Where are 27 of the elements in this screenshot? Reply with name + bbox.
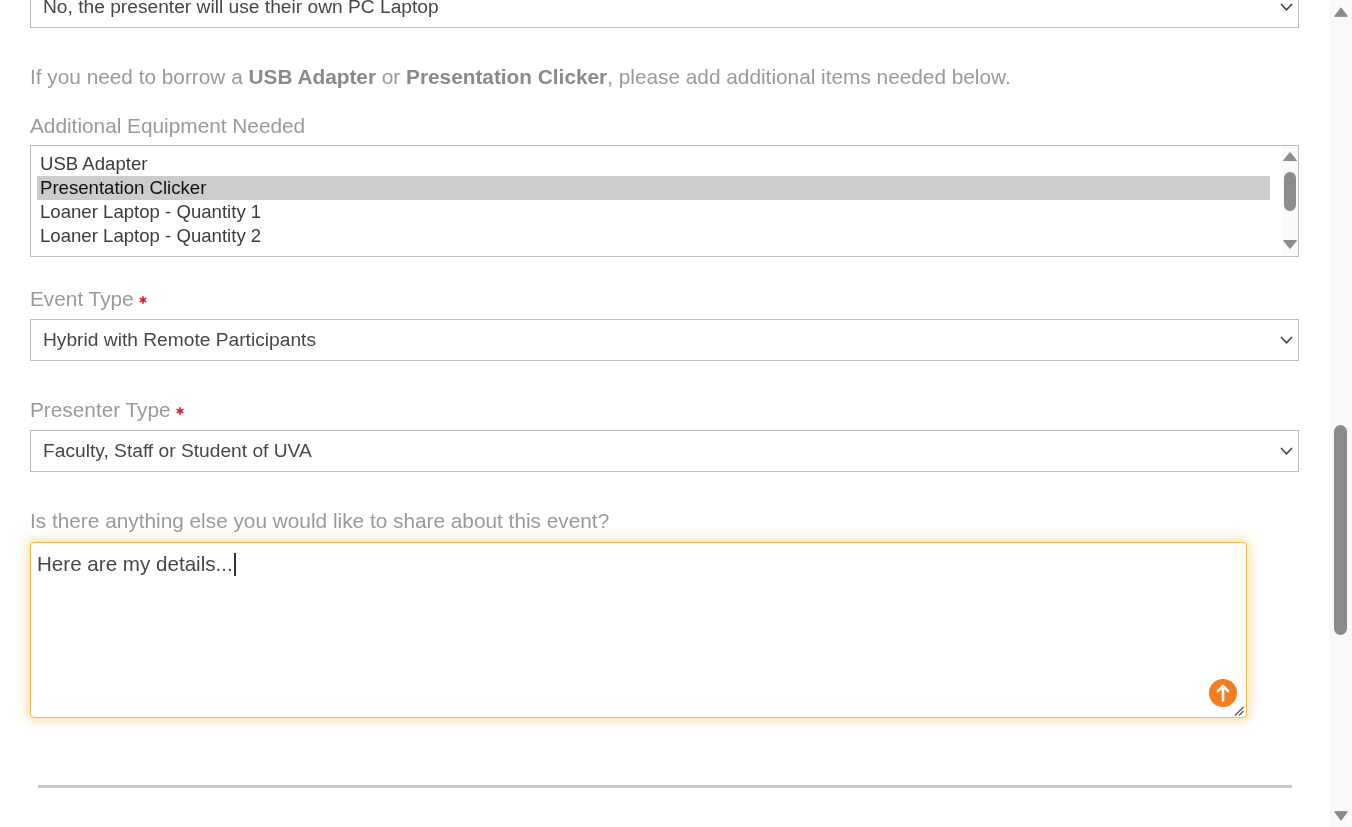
list-option[interactable]: Presentation Clicker [37, 176, 1270, 200]
multi-select-list[interactable]: USB Adapter Presentation Clicker Loaner Laptop - Quantity 1 Loaner Laptop - Quantity 2 [30, 145, 1299, 257]
field-label: Additional Equipment Needed [30, 114, 306, 138]
list-option[interactable]: Loaner Laptop - Quantity 2 [37, 224, 1270, 248]
scrollbar-track[interactable] [1282, 146, 1298, 256]
scroll-up-icon[interactable] [1333, 7, 1348, 17]
comment-textarea[interactable]: Here are my details... [30, 542, 1247, 718]
field-label: Is there anything else you would like to share about this event? [30, 509, 610, 533]
chevron-down-icon [1280, 336, 1293, 344]
up-arrow-circle-icon[interactable] [1209, 679, 1237, 707]
resize-handle-icon[interactable] [1234, 706, 1244, 716]
scrollbar-thumb[interactable] [1284, 172, 1296, 211]
scrollbar-thumb[interactable] [1334, 425, 1347, 635]
scroll-down-icon[interactable] [1283, 240, 1297, 249]
list-option[interactable]: Loaner Laptop - Quantity 1 [37, 200, 1270, 224]
scroll-down-icon[interactable] [1333, 811, 1348, 821]
chevron-down-icon [1280, 3, 1293, 11]
list-option[interactable]: USB Adapter [37, 152, 1270, 176]
instruction-text: If you need to borrow a USB Adapter or Presentation Clicker, please add additional items needed below. [30, 65, 1012, 89]
scroll-up-icon[interactable] [1283, 152, 1297, 161]
page-scrollbar[interactable] [1329, 0, 1352, 827]
field-label: Presenter Type [30, 398, 171, 422]
dropdown[interactable]: Hybrid with Remote Participants [30, 319, 1299, 361]
chevron-down-icon [1280, 447, 1293, 455]
field-label: Event Type [30, 287, 134, 311]
text-cursor-icon [233, 553, 236, 576]
dropdown[interactable]: Faculty, Staff or Student of UVA [30, 430, 1299, 472]
